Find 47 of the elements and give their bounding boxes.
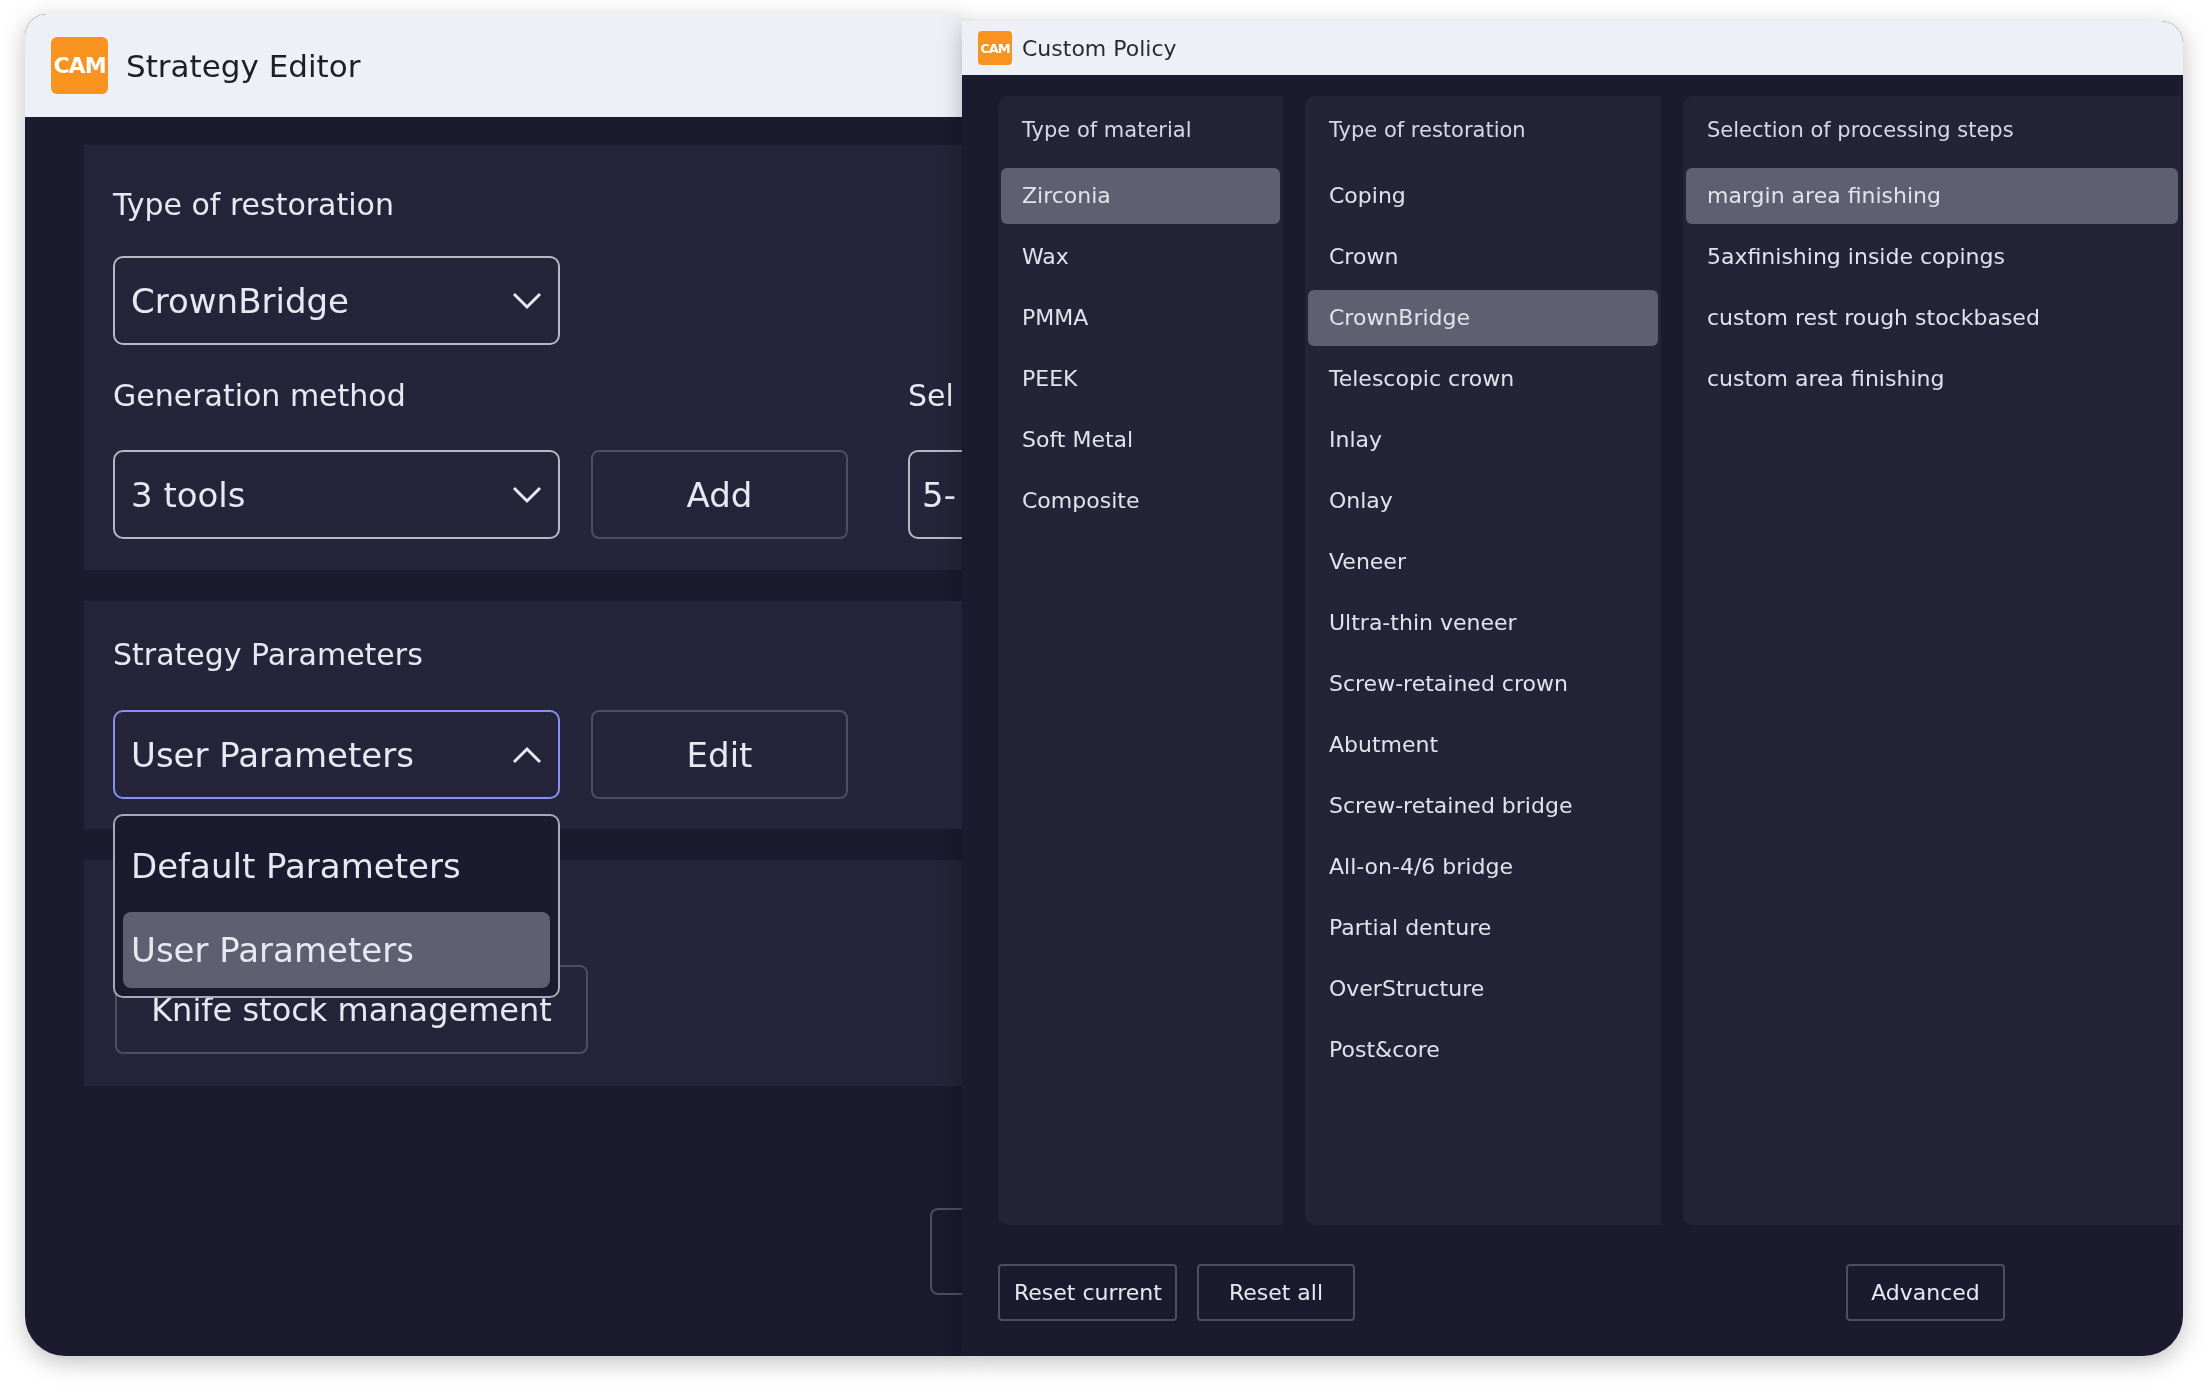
- list-item[interactable]: Crown: [1308, 229, 1658, 285]
- window-title: Custom Policy: [1022, 35, 1177, 61]
- list-item[interactable]: custom rest rough stockbased: [1686, 290, 2178, 346]
- edit-button[interactable]: Edit: [591, 710, 848, 799]
- list-item[interactable]: Abutment: [1308, 717, 1658, 773]
- list-item[interactable]: Coping: [1308, 168, 1658, 224]
- list-item[interactable]: Screw-retained crown: [1308, 656, 1658, 712]
- list-item[interactable]: custom area finishing: [1686, 351, 2178, 407]
- list-item[interactable]: CrownBridge: [1308, 290, 1658, 346]
- list-item[interactable]: PMMA: [1001, 290, 1280, 346]
- list-item[interactable]: All-on-4/6 bridge: [1308, 839, 1658, 895]
- list-item[interactable]: Telescopic crown: [1308, 351, 1658, 407]
- reset-button[interactable]: Reset current: [998, 1264, 1177, 1321]
- list-item[interactable]: Onlay: [1308, 473, 1658, 529]
- list-item[interactable]: Screw-retained bridge: [1308, 778, 1658, 834]
- list-item[interactable]: PEEK: [1001, 351, 1280, 407]
- list-item[interactable]: Ultra-thin veneer: [1308, 595, 1658, 651]
- advanced-button[interactable]: Advanced: [1846, 1264, 2005, 1321]
- list-item[interactable]: Veneer: [1308, 534, 1658, 590]
- list-item[interactable]: Wax: [1001, 229, 1280, 285]
- list-item[interactable]: 5axfinishing inside copings: [1686, 229, 2178, 285]
- field-label: Type of restoration: [113, 186, 395, 224]
- restoration-dropdown[interactable]: CrownBridge: [113, 256, 560, 345]
- add-button[interactable]: Add: [591, 450, 848, 539]
- column-heading: Type of material: [1021, 117, 1193, 144]
- parameters-dropdown[interactable]: User Parameters: [113, 710, 560, 799]
- field-label: Sel: [908, 377, 955, 415]
- list-item[interactable]: margin area finishing: [1686, 168, 2178, 224]
- list-item[interactable]: Post&core: [1308, 1022, 1658, 1078]
- reset-button[interactable]: Reset all: [1197, 1264, 1355, 1321]
- list-item[interactable]: Zirconia: [1001, 168, 1280, 224]
- generation-dropdown[interactable]: 3 tools: [113, 450, 560, 539]
- list-item[interactable]: OverStructure: [1308, 961, 1658, 1017]
- field-label: Generation method: [113, 377, 407, 415]
- app-logo: CAM: [51, 37, 108, 94]
- list-item[interactable]: Inlay: [1308, 412, 1658, 468]
- list-item[interactable]: Partial denture: [1308, 900, 1658, 956]
- list-item[interactable]: Soft Metal: [1001, 412, 1280, 468]
- app-logo: CAM: [978, 31, 1012, 65]
- selection-field[interactable]: 5-: [908, 450, 962, 539]
- column-heading: Selection of processing steps: [1706, 117, 2015, 144]
- column-heading: Type of restoration: [1328, 117, 1527, 144]
- dropdown-option[interactable]: User Parameters: [123, 912, 550, 988]
- window-title: Strategy Editor: [126, 47, 361, 84]
- list-item[interactable]: Composite: [1001, 473, 1280, 529]
- dropdown-option[interactable]: Default Parameters: [123, 828, 550, 904]
- field-label: Strategy Parameters: [113, 636, 424, 674]
